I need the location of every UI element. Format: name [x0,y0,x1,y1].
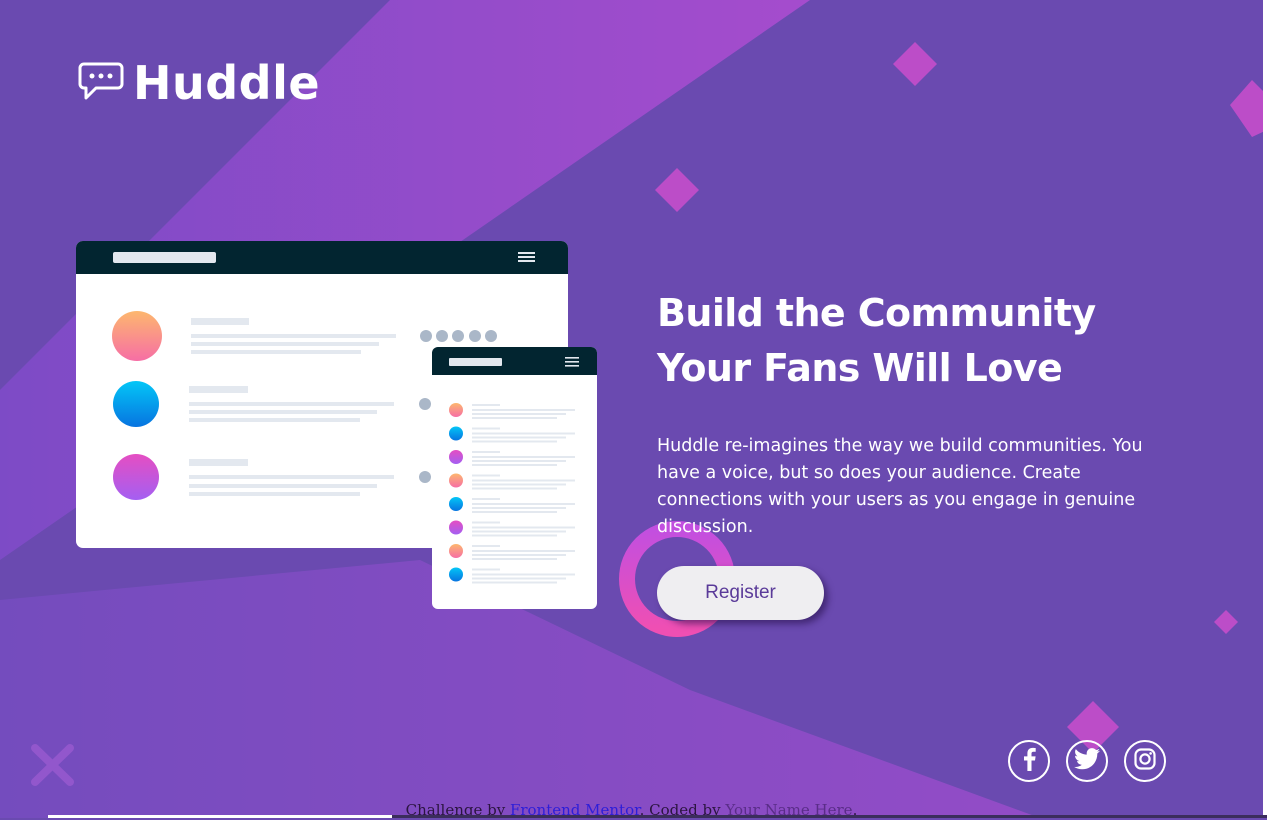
instagram-link[interactable] [1124,740,1166,782]
facebook-link[interactable] [1008,740,1050,782]
chat-bubble-icon [76,60,124,106]
social-links [1008,740,1166,782]
hero-description: Huddle re-imagines the way we build comm… [657,436,1143,537]
register-button[interactable]: Register [657,566,824,620]
brand-logo[interactable]: Huddle [76,58,320,108]
facebook-icon [1021,747,1037,775]
twitter-link[interactable] [1066,740,1108,782]
hero-section: Build the Community Your Fans Will Love … [657,286,1167,541]
scrollbar[interactable] [1263,0,1267,818]
brand-name: Huddle [133,56,321,110]
twitter-icon [1074,748,1100,774]
mobile-mockup-illustration [432,347,597,609]
hero-title: Build the Community Your Fans Will Love [657,291,1096,390]
instagram-icon [1134,748,1156,774]
